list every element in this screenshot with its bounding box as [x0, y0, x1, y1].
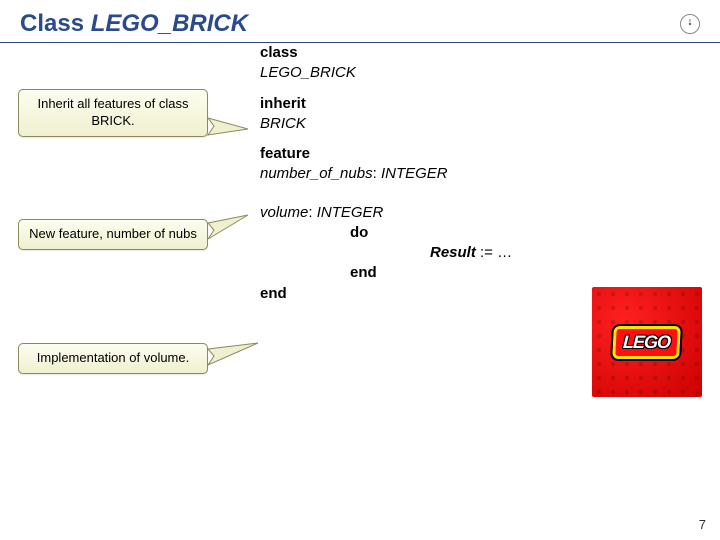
lego-wordmark: LEGO — [613, 326, 682, 359]
code-type: INTEGER — [381, 165, 448, 182]
page-number: 7 — [699, 517, 706, 532]
callout-newfeature: New feature, number of nubs — [18, 219, 208, 250]
corner-logo-icon — [680, 14, 700, 34]
slide-header: Class LEGO_BRICK — [0, 0, 720, 43]
lego-logo-image: LEGO — [592, 287, 702, 397]
callout-inherit-text: Inherit all features of class BRICK. — [37, 96, 188, 128]
callout-impl-text: Implementation of volume. — [37, 350, 189, 365]
code-colon: : — [373, 165, 381, 182]
slide-content: Inherit all features of class BRICK. New… — [0, 43, 720, 483]
code-assign: := … — [476, 244, 512, 261]
code-kw-end: end — [260, 285, 287, 302]
pointer-arrow-icon — [208, 113, 258, 143]
code-type: INTEGER — [317, 204, 384, 221]
code-feat-name: volume — [260, 204, 308, 221]
title-prefix: Class — [20, 10, 91, 37]
callout-impl: Implementation of volume. — [18, 343, 208, 374]
code-feat-name: number_of_nubs — [260, 165, 373, 182]
code-result: Result — [430, 244, 476, 261]
pointer-arrow-icon — [208, 339, 268, 369]
code-kw-feature: feature — [260, 145, 310, 162]
callout-inherit: Inherit all features of class BRICK. — [18, 89, 208, 137]
code-colon: : — [308, 204, 316, 221]
code-kw-inherit: inherit — [260, 95, 306, 112]
code-parentclass: BRICK — [260, 115, 306, 132]
code-kw-end: end — [350, 264, 377, 281]
code-kw-do: do — [350, 224, 368, 241]
code-kw-class: class — [260, 44, 298, 61]
code-block: class LEGO_BRICK inherit BRICK feature n… — [260, 43, 512, 304]
slide-title: Class LEGO_BRICK — [20, 10, 248, 38]
title-classname: LEGO_BRICK — [91, 10, 248, 37]
callout-newfeature-text: New feature, number of nubs — [29, 226, 197, 241]
pointer-arrow-icon — [208, 213, 258, 243]
code-classname: LEGO_BRICK — [260, 64, 356, 81]
